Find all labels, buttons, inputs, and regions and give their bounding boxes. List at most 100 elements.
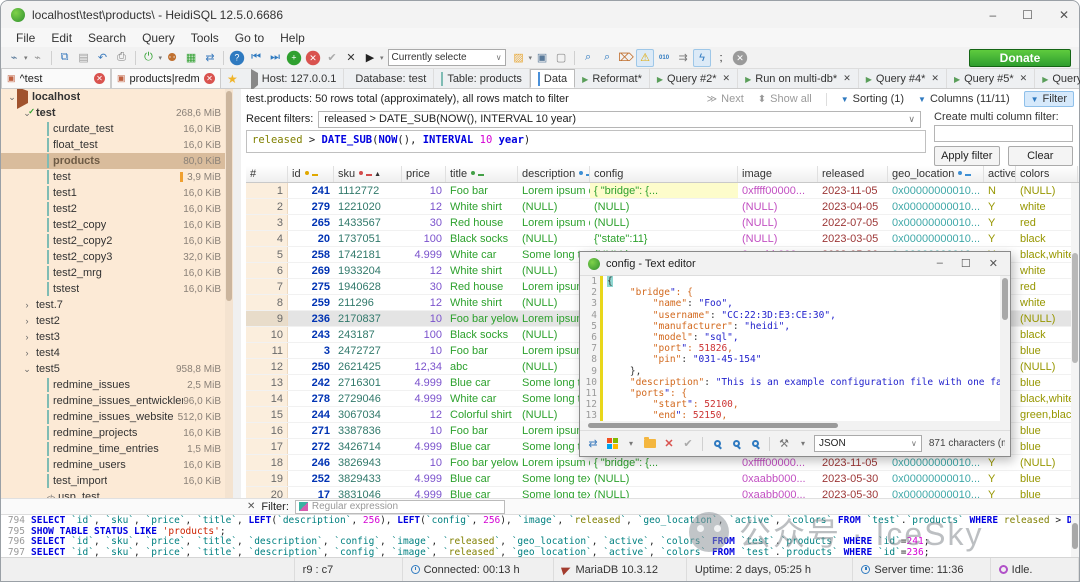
- cell-sku[interactable]: 2729046: [334, 391, 402, 406]
- format-select[interactable]: JSON ∨: [814, 435, 922, 452]
- cell-colors[interactable]: black: [1016, 327, 1078, 342]
- power-icon[interactable]: ⏻: [140, 49, 158, 67]
- tab-query-4-[interactable]: ▶Query #4*✕: [859, 69, 947, 88]
- cell-id[interactable]: 279: [288, 199, 334, 214]
- cell-price[interactable]: 4.999: [402, 391, 446, 406]
- cell-description[interactable]: Some long text: [518, 487, 590, 498]
- cell-config[interactable]: (NULL): [590, 487, 738, 498]
- cell-colors[interactable]: red: [1016, 279, 1078, 294]
- snippets-icon[interactable]: ▢: [552, 49, 570, 67]
- recent-filters-select[interactable]: released > DATE_SUB(NOW(), INTERVAL 10 y…: [318, 111, 921, 128]
- session-select[interactable]: Currently selecte∨: [388, 49, 506, 66]
- tab-data[interactable]: Data: [530, 69, 575, 88]
- cell-id[interactable]: 244: [288, 407, 334, 422]
- post-icon[interactable]: ✔: [323, 49, 341, 67]
- cell-config[interactable]: (NULL): [590, 215, 738, 230]
- sorting-button[interactable]: ▼Sorting (1): [841, 93, 904, 105]
- connect-icon[interactable]: ⌁: [5, 49, 23, 67]
- cell-colors[interactable]: green,black: [1016, 407, 1078, 422]
- cell-title[interactable]: Blue car: [446, 375, 518, 390]
- cell-colors[interactable]: black,white: [1016, 247, 1078, 262]
- cell-sku[interactable]: 3826943: [334, 455, 402, 470]
- multi-filter-input[interactable]: [934, 125, 1073, 142]
- tree-item-redmine_issues[interactable]: redmine_issues2,5 MiB: [1, 377, 233, 393]
- clean-icon[interactable]: ⌦: [617, 49, 635, 67]
- tree-item-test.7[interactable]: ›test.7: [1, 297, 233, 313]
- refresh-arrows-icon[interactable]: ⇄: [201, 49, 219, 67]
- maximize-button[interactable]: ☐: [1022, 8, 1033, 22]
- tree-item-redmine_projects[interactable]: redmine_projects16,0 KiB: [1, 425, 233, 441]
- cell-released[interactable]: 2023-05-30: [818, 471, 888, 486]
- menu-query[interactable]: Query: [135, 30, 182, 46]
- cell-title[interactable]: Foo bar yelow: [446, 311, 518, 326]
- delete-icon[interactable]: ✕: [661, 436, 677, 452]
- cell-title[interactable]: White car: [446, 247, 518, 262]
- cell-sku[interactable]: 1221020: [334, 199, 402, 214]
- apply-filter-button[interactable]: Apply filter: [934, 146, 1000, 166]
- cell-title[interactable]: Black socks: [446, 327, 518, 342]
- cell-id[interactable]: 17: [288, 487, 334, 498]
- cell-sku[interactable]: 2716301: [334, 375, 402, 390]
- cell-price[interactable]: 12: [402, 199, 446, 214]
- line-code[interactable]: "model": "sql",: [603, 332, 739, 343]
- cell-sku[interactable]: 3387836: [334, 423, 402, 438]
- close-session-icon[interactable]: ✕: [94, 73, 105, 84]
- cell-colors[interactable]: white: [1016, 263, 1078, 278]
- cell-active[interactable]: Y: [984, 487, 1016, 498]
- cell-price[interactable]: 30: [402, 279, 446, 294]
- tree-item-test2_copy3[interactable]: test2_copy332,0 KiB: [1, 249, 233, 265]
- stop-icon[interactable]: ✕: [733, 50, 747, 64]
- expand-arrow-icon[interactable]: ›: [22, 300, 32, 310]
- cell-price[interactable]: 4.999: [402, 471, 446, 486]
- cell-title[interactable]: Black socks: [446, 231, 518, 246]
- line-code[interactable]: "end": 52150,: [603, 410, 727, 421]
- cell-title[interactable]: abc: [446, 359, 518, 374]
- cell-colors[interactable]: blue: [1016, 487, 1078, 498]
- tree-item-test4[interactable]: ›test4: [1, 345, 233, 361]
- dropdown-arrow-icon[interactable]: ▾: [24, 54, 28, 62]
- line-code[interactable]: "username": "CC:22:3D:E3:CE:30",: [603, 310, 836, 321]
- cell-description[interactable]: Lorem ipsum d...: [518, 215, 590, 230]
- cell-image[interactable]: (NULL): [738, 199, 818, 214]
- cell-config[interactable]: { "bridge": {...: [590, 183, 738, 198]
- tree-item-test5[interactable]: ⌄test5958,8 MiB: [1, 361, 233, 377]
- cell-description[interactable]: Lorem ipsum d...: [518, 455, 590, 470]
- cell-sku[interactable]: 2170837: [334, 311, 402, 326]
- tree-item-test[interactable]: test3,9 MiB: [1, 169, 233, 185]
- binary-icon[interactable]: 010: [655, 49, 673, 67]
- cell-colors[interactable]: white: [1016, 295, 1078, 310]
- cell-sku[interactable]: 3426714: [334, 439, 402, 454]
- first-row-icon[interactable]: ⏮: [247, 49, 265, 67]
- wrap-icon[interactable]: ⇉: [674, 49, 692, 67]
- line-code[interactable]: "pin": "031-45-154": [603, 354, 761, 365]
- cell-id[interactable]: 20: [288, 231, 334, 246]
- cell-active[interactable]: Y: [984, 455, 1016, 470]
- cell-price[interactable]: 10: [402, 183, 446, 198]
- tree-item-redmine_issues_entwickler[interactable]: redmine_issues_entwickler96,0 KiB: [1, 393, 233, 409]
- tab-reformat-[interactable]: ▶Reformat*: [575, 69, 650, 88]
- cell-config[interactable]: {"state":11}: [590, 231, 738, 246]
- cell-id[interactable]: 236: [288, 311, 334, 326]
- cell-colors[interactable]: white: [1016, 199, 1078, 214]
- cell-description[interactable]: (NULL): [518, 199, 590, 214]
- undo-icon[interactable]: ↶: [94, 49, 112, 67]
- cell-released[interactable]: 2022-07-05: [818, 215, 888, 230]
- cell-geo_location[interactable]: 0x00000000010...: [888, 471, 984, 486]
- column-header-geo_location[interactable]: geo_location: [888, 166, 984, 182]
- cell-price[interactable]: 10: [402, 423, 446, 438]
- line-code[interactable]: "start": 52100,: [603, 399, 739, 410]
- menu-tools[interactable]: Tools: [184, 30, 226, 46]
- tree-item-test2[interactable]: test216,0 KiB: [1, 201, 233, 217]
- cell-released[interactable]: 2023-11-05: [818, 455, 888, 470]
- cell-title[interactable]: Colorful shirt: [446, 407, 518, 422]
- cell-description[interactable]: (NULL): [518, 231, 590, 246]
- cell-config[interactable]: (NULL): [590, 471, 738, 486]
- cell-image[interactable]: 0xaabb000...: [738, 487, 818, 498]
- tree-item-test1[interactable]: test116,0 KiB: [1, 185, 233, 201]
- menu-file[interactable]: File: [9, 30, 42, 46]
- cell-sku[interactable]: 1737051: [334, 231, 402, 246]
- cell-colors[interactable]: blue: [1016, 423, 1078, 438]
- cell-id[interactable]: 278: [288, 391, 334, 406]
- cell-colors[interactable]: (NULL): [1016, 455, 1078, 470]
- favorite-star-icon[interactable]: ★: [227, 72, 238, 86]
